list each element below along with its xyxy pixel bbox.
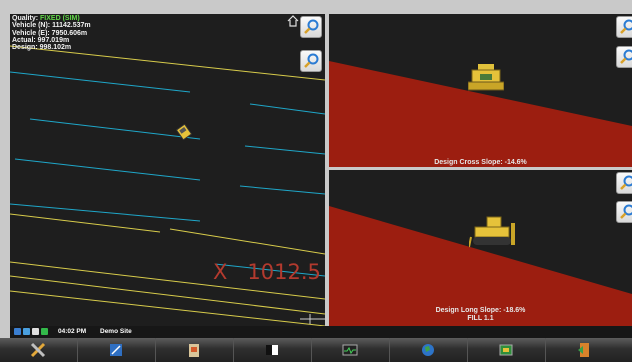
machine-button[interactable] <box>468 338 546 362</box>
monitor-button[interactable] <box>312 338 390 362</box>
zoom-out-icon <box>620 204 632 219</box>
dozer-rear-icon <box>468 64 504 91</box>
quality-value: FIXED (SIM) <box>40 15 80 22</box>
zoom-in-button[interactable] <box>300 16 322 38</box>
radio-icon <box>23 328 30 335</box>
zoom-in-icon <box>620 19 632 34</box>
grid-label: X 1012.5 <box>213 260 321 284</box>
globe-icon <box>422 344 434 356</box>
design-elevation: Design: 998.102m <box>12 44 72 52</box>
plan-view[interactable]: X 1012.5 Quality: FIXED (SIM) Vehicle (N… <box>10 14 325 326</box>
home-icon[interactable] <box>286 14 300 28</box>
cross-slope-view[interactable]: Design Cross Slope: -14.6% <box>329 14 632 167</box>
clipboard-icon <box>189 344 199 357</box>
vehicle-north: Vehicle (N): 11142.537m <box>12 22 91 30</box>
zoom-in-icon <box>304 19 319 34</box>
long-slope-view[interactable]: Design Long Slope: -18.6% FILL 1.1 <box>329 170 632 326</box>
view-button[interactable] <box>234 338 312 362</box>
tools-button[interactable] <box>0 338 78 362</box>
vehicle-marker-icon <box>176 124 192 140</box>
view-icon <box>266 345 278 355</box>
bottom-toolbar <box>0 338 632 362</box>
clock: 04:02 PM <box>58 328 87 335</box>
design-button[interactable] <box>78 338 156 362</box>
design-icon <box>110 344 122 356</box>
ac-icon <box>32 328 39 335</box>
dozer-side-icon <box>469 216 515 248</box>
site-name: Demo Site <box>100 328 132 335</box>
zoom-in-icon <box>620 175 632 190</box>
cross-zoom-in-button[interactable] <box>616 16 632 38</box>
tools-icon <box>30 342 46 358</box>
signal-bars-icon <box>41 328 48 335</box>
exit-button[interactable] <box>546 338 632 362</box>
status-bar: 04:02 PM Demo Site <box>10 326 632 338</box>
zoom-out-icon <box>620 49 632 64</box>
actual-elevation: Actual: 997.019m <box>12 36 70 44</box>
zoom-out-button[interactable] <box>300 50 322 72</box>
position-readout: Quality: FIXED (SIM) Vehicle (N): 11142.… <box>12 15 91 51</box>
long-zoom-out-button[interactable] <box>616 201 632 223</box>
clipboard-button[interactable] <box>156 338 234 362</box>
machine-icon <box>499 344 513 356</box>
vehicle-east: Vehicle (E): 7950.606m <box>12 29 88 37</box>
long-zoom-in-button[interactable] <box>616 172 632 194</box>
cross-slope-caption: Design Cross Slope: -14.6% <box>434 159 527 166</box>
globe-button[interactable] <box>390 338 468 362</box>
cross-zoom-out-button[interactable] <box>616 46 632 68</box>
exit-icon <box>578 343 589 357</box>
monitor-icon <box>342 344 358 356</box>
fill-readout: FILL 1.1 <box>467 315 494 322</box>
gps-icon <box>14 328 21 335</box>
zoom-out-icon <box>304 53 319 68</box>
long-slope-caption: Design Long Slope: -18.6% <box>435 307 526 314</box>
quality-label: Quality: <box>12 15 39 22</box>
